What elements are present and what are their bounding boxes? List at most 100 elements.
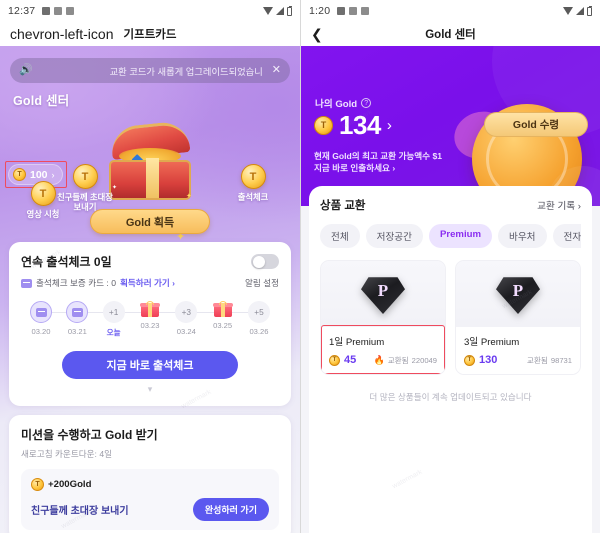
status-system-icons (263, 5, 292, 16)
mission-go-button[interactable]: 완성하러 가기 (192, 498, 269, 521)
product-info: 3일 Premium T 130 교환됨 98731 (456, 327, 580, 374)
product-name: 3일 Premium (464, 337, 520, 348)
notification-badge-icon (54, 7, 63, 15)
withdraw-note[interactable]: 현재 Gold의 최고 교환 가능액수 $1 지금 바로 인출하세요 › (314, 150, 442, 175)
exchange-history-link[interactable]: 교환 기록 › (537, 198, 581, 212)
info-icon[interactable]: ? (361, 98, 372, 108)
streak-day[interactable]: 03.20 (23, 301, 59, 336)
streak-day[interactable]: +3 03.24 (168, 301, 204, 336)
streak-day[interactable]: 03.25 (205, 301, 241, 330)
streak-day-node (66, 301, 89, 323)
streak-day-label: 03.26 (249, 327, 269, 336)
streak-days-row: 03.20 03.21 +1 오늘 03.23 +3 03.24 03.25 +… (21, 301, 279, 338)
streak-day-node: +5 (247, 301, 270, 323)
product-sold-count: 98731 (550, 355, 572, 365)
coin-icon: T (31, 478, 44, 491)
tab-all[interactable]: 전체 (320, 224, 360, 248)
streak-notification-toggle[interactable] (251, 254, 279, 269)
withdraw-note-line2: 지금 바로 인출하세요 › (314, 163, 396, 174)
page-title: Gold 센터 (425, 29, 476, 41)
left-content: 🔊 교환 코드가 새롭게 업그레이드되었습니 ✕ Gold 센터 T 100 › (0, 46, 300, 533)
product-sold-count: 220049 (411, 355, 437, 365)
streak-day-label: 03.20 (31, 327, 51, 336)
streak-day-label: 03.25 (213, 321, 233, 330)
category-tabs: 전체 저장공간 Premium 바우처 전자지 (320, 224, 581, 248)
streak-day-label: 03.21 (67, 327, 87, 336)
streak-title-prefix: 연속 출석체크 (21, 255, 94, 269)
earn-gold-button[interactable]: Gold 획득 (90, 209, 210, 234)
notification-badge-icon (361, 7, 370, 15)
wifi-icon (263, 7, 273, 15)
tab-premium[interactable]: Premium (428, 224, 493, 248)
announcement-banner[interactable]: 🔊 교환 코드가 새롭게 업그레이드되었습니 ✕ (10, 58, 290, 83)
product-card-3day-premium[interactable]: P 3일 Premium T 130 교환됨 98731 (455, 260, 581, 375)
product-price: 130 (479, 354, 498, 366)
status-notification-icons (337, 7, 370, 15)
check-in-now-button[interactable]: 지금 바로 출석체크 (62, 351, 238, 379)
notification-badge-icon (42, 7, 51, 15)
close-icon[interactable]: ✕ (272, 65, 281, 76)
status-system-icons (563, 5, 592, 16)
coin-icon: T (314, 115, 333, 135)
battery-icon (287, 5, 292, 16)
left-screen: 12:37 chevron-left-icon 기프트카드 🔊 교환 코드가 새… (0, 0, 300, 533)
back-icon[interactable]: chevron-left-icon (10, 27, 114, 41)
product-meta: T 45 🔥 교환됨 220049 (329, 354, 437, 366)
streak-title: 연속 출석체크 0일 (21, 253, 112, 270)
claim-gold-button[interactable]: Gold 수령 (484, 112, 588, 137)
chevron-down-icon[interactable]: ▾ (21, 384, 279, 395)
product-name: 1일 Premium (329, 337, 385, 348)
streak-day[interactable]: 03.23 (132, 301, 168, 330)
chest-ribbon (146, 158, 159, 198)
streak-title-value: 0일 (93, 255, 112, 269)
my-gold-label: 나의 Gold (315, 99, 358, 110)
streak-day-today[interactable]: +1 오늘 (96, 301, 132, 338)
product-meta: T 130 교환됨 98731 (464, 354, 572, 366)
streak-earn-link[interactable]: 획득하러 가기 › (120, 277, 175, 289)
product-info: 1일 Premium T 45 🔥 교환됨 220049 (321, 327, 445, 374)
signal-icon (576, 7, 584, 15)
notification-badge-icon (349, 7, 358, 15)
premium-badge-letter: P (377, 281, 389, 300)
streak-day-node (212, 301, 233, 317)
speaker-icon: 🔊 (19, 64, 33, 76)
streak-day-node (30, 301, 52, 323)
streak-day[interactable]: 03.21 (59, 301, 95, 336)
task-invite-friends[interactable]: T 친구들께 초대장 보내기 (48, 164, 122, 213)
gold-balance-hero: 나의 Gold ? T 134 › Gold 수령 현재 Gold의 최고 교환… (301, 46, 600, 206)
announcement-text: 교환 코드가 새롭게 업그레이드되었습니 (109, 66, 263, 77)
gold-balance-row[interactable]: T 134 › (314, 112, 392, 138)
status-time: 1:20 (309, 5, 331, 17)
back-icon[interactable]: ❮ (311, 27, 323, 41)
premium-badge-letter: P (512, 281, 524, 300)
mission-card: 미션을 수행하고 Gold 받기 새로고침 카운트다운: 4일 T +200Go… (9, 415, 291, 533)
notification-settings-link[interactable]: 알림 설정 (245, 277, 279, 289)
coin-icon: T (72, 164, 98, 189)
tab-electronics[interactable]: 전자지 (552, 224, 581, 248)
streak-day-node (139, 301, 160, 317)
chevron-right-icon: › (386, 116, 392, 134)
left-status-bar: 12:37 (0, 0, 300, 22)
mission-action-row: 친구들께 초대장 보내기 완성하러 가기 (31, 498, 269, 521)
mission-task-label: 친구들께 초대장 보내기 (31, 506, 129, 517)
product-image: P (456, 261, 580, 327)
streak-day-node: +3 (175, 301, 198, 323)
product-card-1day-premium[interactable]: P 1일 Premium T 45 🔥 교환됨 220049 (320, 260, 446, 375)
product-price: 45 (344, 354, 357, 366)
status-time: 12:37 (8, 5, 36, 17)
insurance-card-icon (71, 307, 83, 317)
tab-voucher[interactable]: 바우처 (498, 224, 547, 248)
product-sold-info: 🔥 교환됨 220049 (373, 355, 437, 366)
streak-day[interactable]: +5 03.26 (241, 301, 277, 336)
streak-day-label: 03.23 (140, 321, 160, 330)
right-content: 나의 Gold ? T 134 › Gold 수령 현재 Gold의 최고 교환… (301, 46, 600, 533)
task-attendance[interactable]: T 출석체크 (216, 164, 290, 202)
left-nav-bar: chevron-left-icon 기프트카드 (0, 22, 300, 46)
premium-diamond-icon: P (496, 274, 540, 314)
mission-title: 미션을 수행하고 Gold 받기 (21, 428, 158, 442)
battery-icon (587, 5, 592, 16)
tab-storage[interactable]: 저장공간 (365, 224, 423, 248)
product-grid: P 1일 Premium T 45 🔥 교환됨 220049 P 3일 Prem… (320, 260, 581, 375)
gold-balance-value: 134 (339, 110, 381, 140)
sparkle-icon: ✦ (186, 193, 192, 200)
